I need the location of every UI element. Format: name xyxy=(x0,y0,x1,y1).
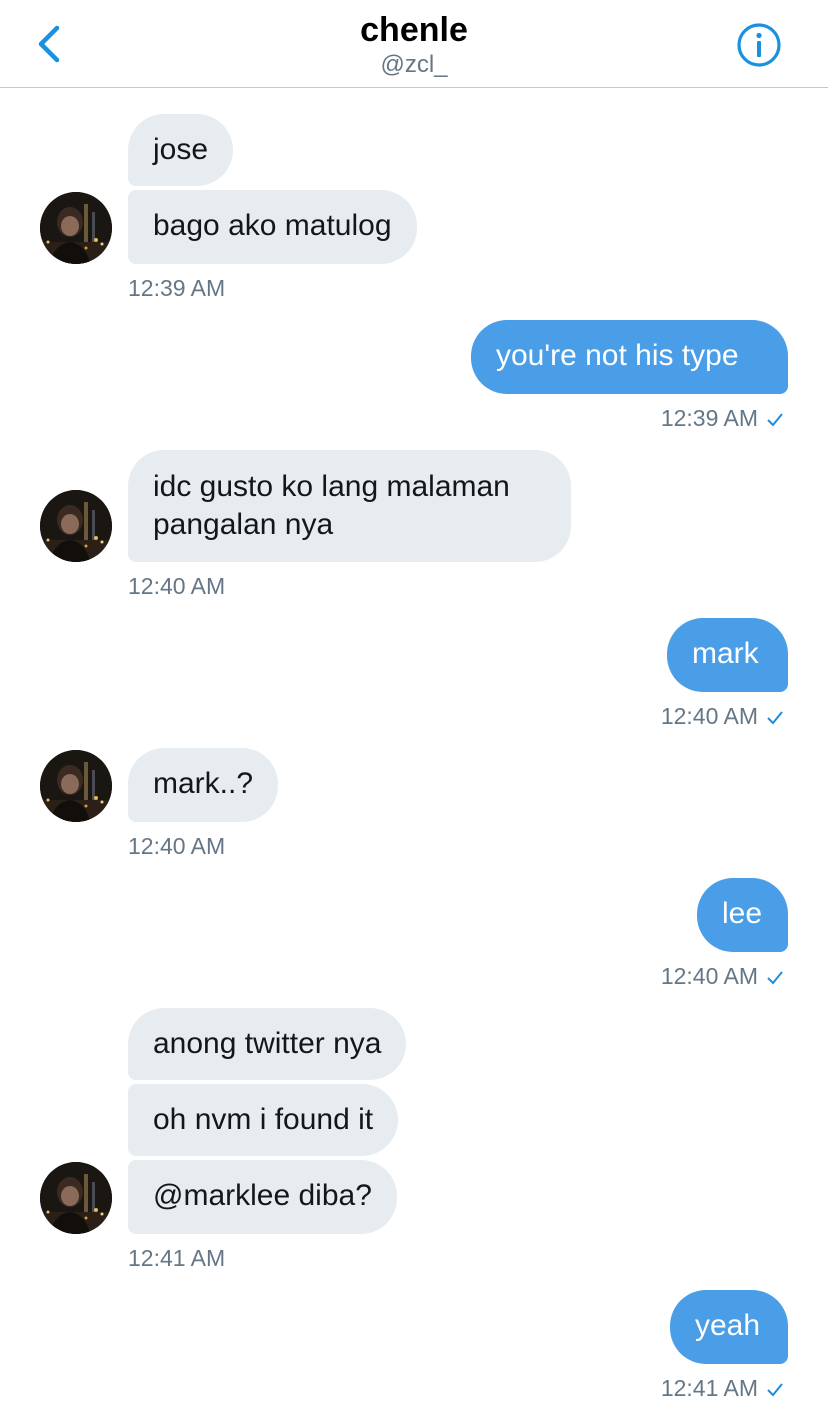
outgoing-message[interactable]: mark xyxy=(667,618,788,692)
incoming-message[interactable]: bago ako matulog xyxy=(128,190,417,264)
incoming-message[interactable]: mark..? xyxy=(128,748,279,822)
incoming-message[interactable]: anong twitter nya xyxy=(128,1008,407,1080)
checkmark-icon xyxy=(767,711,783,725)
avatar[interactable] xyxy=(40,1162,112,1234)
avatar[interactable] xyxy=(40,490,112,562)
outgoing-message[interactable]: you're not his type xyxy=(471,320,788,394)
timestamp-text: 12:40 AM xyxy=(660,963,758,989)
message-timestamp: 12:40 AM xyxy=(661,702,784,730)
avatar[interactable] xyxy=(40,750,112,822)
checkmark-icon xyxy=(767,413,783,427)
message-timestamp: 12:40 AM xyxy=(128,833,226,859)
conversation-name: chenle xyxy=(360,11,468,49)
title-block[interactable]: chenle @zcl_ xyxy=(0,10,828,80)
incoming-message[interactable]: idc gusto ko lang malaman pangalan nya xyxy=(128,450,571,562)
message-timestamp: 12:40 AM xyxy=(661,962,784,990)
conversation-header: chenle @zcl_ xyxy=(0,0,828,88)
message-timestamp: 12:39 AM xyxy=(128,275,226,301)
incoming-message[interactable]: @marklee diba? xyxy=(128,1160,397,1234)
avatar[interactable] xyxy=(40,192,112,264)
timestamp-text: 12:40 AM xyxy=(660,703,758,729)
avatar-photo xyxy=(40,1162,112,1234)
checkmark-icon xyxy=(767,971,783,985)
info-icon xyxy=(737,23,781,67)
outgoing-message[interactable]: yeah xyxy=(670,1290,788,1364)
message-timestamp: 12:39 AM xyxy=(661,404,784,432)
checkmark-icon xyxy=(767,1383,783,1397)
timestamp-text: 12:41 AM xyxy=(660,1375,758,1401)
avatar-photo xyxy=(40,750,112,822)
message-timestamp: 12:41 AM xyxy=(128,1245,226,1271)
avatar-photo xyxy=(40,490,112,562)
avatar-photo xyxy=(40,192,112,264)
message-timestamp: 12:40 AM xyxy=(128,573,226,599)
timestamp-text: 12:39 AM xyxy=(660,405,758,431)
incoming-message[interactable]: oh nvm i found it xyxy=(128,1084,399,1156)
outgoing-message[interactable]: lee xyxy=(697,878,788,952)
incoming-message[interactable]: jose xyxy=(128,114,234,186)
conversation-handle: @zcl_ xyxy=(380,51,448,78)
message-timestamp: 12:41 AM xyxy=(661,1374,784,1402)
info-button[interactable] xyxy=(736,22,782,68)
